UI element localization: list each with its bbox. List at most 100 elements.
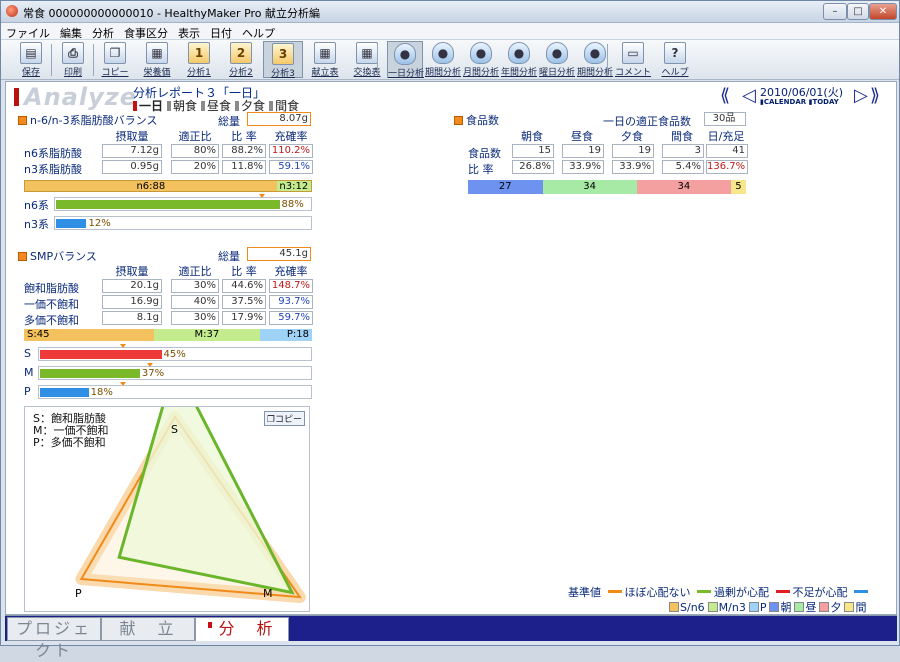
toolbar-label: 曜日分析 [539,68,576,78]
maximize-button[interactable]: □ [847,3,869,20]
toolbar-label: 保存 [21,68,40,78]
toolbar-menu-table-button[interactable]: ▦ 献立表 [305,41,345,78]
food-cell: 19 [562,144,604,158]
bottom-tab-bar: プロジェクト 献 立 分 析 [5,615,897,660]
food-row-label: 食品数 [468,147,501,160]
legend-deficient: 不足が心配 [792,586,848,599]
tab-analysis[interactable]: 分 析 [195,617,289,641]
n6n3-row-label: n6系脂肪酸 [24,147,82,160]
toolbar-copy-button[interactable]: ❐ コピー [95,41,135,78]
calendar-link[interactable]: ▮CALENDAR ▮TODAY [760,98,839,106]
toolbar-save-button[interactable]: ▤ 保存 [11,41,51,78]
meal-day[interactable]: 一日 [133,99,163,113]
legend-swatch-label: S/n6 [680,601,705,614]
toolbar-label: 分析2 [229,68,253,78]
window-title: 常食 000000000000010 - HealthyMaker Pro 献立… [23,7,321,20]
period2-analysis-icon: ● [584,42,606,64]
tab-menu[interactable]: 献 立 [101,617,195,641]
legend-swatch [707,602,718,612]
legend-swatch-item: S/n6 [666,601,705,614]
n6n3-total-label: 総量 [218,115,240,128]
legend-line-orange [607,590,622,593]
toolbar-separator [607,44,608,76]
legend-swatch-item: P [746,601,766,614]
food-col-header: 間食 [671,130,693,143]
food-col-header: 朝食 [521,130,543,143]
ideal-marker [259,194,265,198]
smp-col-ratio: 比 率 [231,265,257,278]
toolbar-analysis2-button[interactable]: 2 分析2 [221,41,261,78]
smp-bar-percent: 45% [163,349,186,360]
legend-swatch [769,602,780,612]
toolbar-nutrition-button[interactable]: ▦ 栄養価 [137,41,177,78]
toolbar-month-analysis-button[interactable]: ● 月間分析 [463,41,499,78]
smp-bar-frame: 18% [38,385,312,399]
close-button[interactable]: ✕ [869,3,897,20]
tab-project[interactable]: プロジェクト [7,617,101,660]
toolbar-analysis1-button[interactable]: 1 分析1 [179,41,219,78]
print-icon: ⎙ [62,42,84,64]
n6n3-bar-label: n3系 [24,218,49,231]
minimize-button[interactable]: – [823,3,847,20]
save-icon: ▤ [20,42,42,64]
legend-swatch [844,602,855,612]
toolbar-print-button[interactable]: ⎙ 印刷 [53,41,93,78]
n6n3-bar-frame: 12% [54,216,312,230]
smp-bar-fill [40,388,89,397]
smp-intake-value: 20.1g [102,279,162,293]
toolbar-label: 献立表 [311,68,339,78]
smp-ratio-value: 17.9% [222,311,266,325]
prev-date-icon[interactable]: ◁ [742,87,756,105]
toolbar-label: ヘルプ [661,68,689,78]
month-analysis-icon: ● [470,42,492,64]
legend-swatch [794,602,805,612]
toolbar-period-analysis-button[interactable]: ● 期間分析 [425,41,461,78]
last-date-icon[interactable]: ⟫ [870,87,880,105]
col-fulfil: 充確率 [274,130,308,143]
next-date-icon[interactable]: ▷ [854,87,868,105]
legend-swatch-item: M/n3 [705,601,746,614]
radar-axis-label-m: M [263,587,273,600]
smp-ideal-value: 30% [171,279,219,293]
legend-line-red [775,590,790,593]
analysis-panel: Analyze 分析レポート３「一日」 一日 朝食 昼食 夕食 間食 ⟪ ◁ 2010/… [5,81,897,615]
toolbar-analysis3-button[interactable]: 3 分析3 [263,41,303,79]
smp-fulfil-value: 93.7% [269,295,313,309]
meal-dinner[interactable]: 夕食 [235,99,265,113]
comment-icon: ▭ [622,42,644,64]
header-accent [14,88,19,106]
meal-lunch[interactable]: 昼食 [201,99,231,113]
n6n3-intake-value: 0.95g [102,160,162,174]
meal-breakfast[interactable]: 朝食 [167,99,197,113]
toolbar-weekday-analysis-button[interactable]: ● 曜日分析 [539,41,575,78]
food-col-header: 日/充足 [707,130,745,143]
n6n3-bar-percent: 88% [281,199,304,210]
legend-excess: 過剰が心配 [714,586,769,599]
smp-bar-fill [40,369,140,378]
n6n3-fulfil-value: 110.2% [269,144,313,158]
legend-swatch-label: 朝 [780,601,792,614]
smp-ideal-value: 40% [171,295,219,309]
smp-ideal-value: 30% [171,311,219,325]
toolbar-label: 期間分析 [425,68,462,78]
first-date-icon[interactable]: ⟪ [720,87,730,105]
n6n3-bar-fill [56,219,87,228]
toolbar-label: 月間分析 [463,68,500,78]
n6n3-ideal-value: 20% [171,160,219,174]
n6-ratio-segment: n6:88 [25,181,277,191]
smp-bar-percent: 18% [90,387,113,398]
toolbar-comment-button[interactable]: ▭ コメント [613,41,653,78]
food-cell: 26.8% [512,160,554,174]
toolbar-day-analysis-button[interactable]: ● 一日分析 [387,41,424,79]
weekday-analysis-icon: ● [546,42,568,64]
smp-row-label: 一価不飽和 [24,298,79,311]
legend-line-green [697,590,711,593]
toolbar-label: 交換表 [353,68,381,78]
n6n3-intake-value: 7.12g [102,144,162,158]
smp-total-value: 45.1g [247,247,311,261]
toolbar-help-button[interactable]: ? ヘルプ [655,41,695,78]
toolbar-exchange-table-button[interactable]: ▦ 交換表 [347,41,387,78]
toolbar-year-analysis-button[interactable]: ● 年間分析 [501,41,537,78]
food-count-title: 食品数 [454,112,499,128]
meal-snack[interactable]: 間食 [269,99,299,113]
